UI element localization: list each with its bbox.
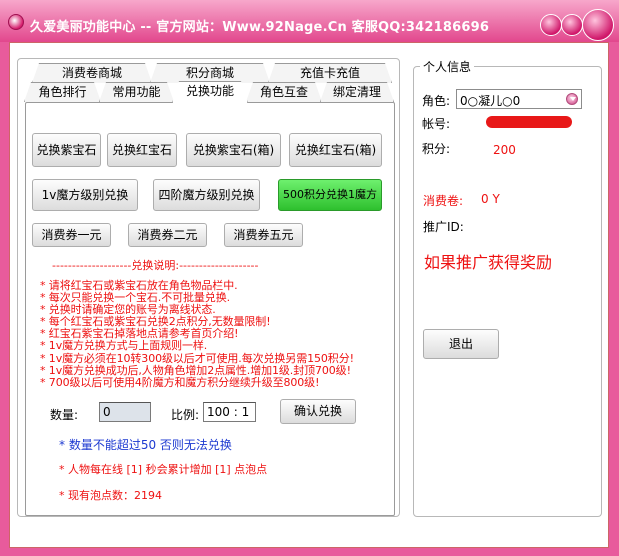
quantity-limit-note: * 数量不能超过50 否则无法兑换: [59, 438, 232, 452]
coupon-value: 0 Y: [481, 192, 500, 206]
account-label: 帐号:: [422, 117, 451, 131]
exchange-red-gem-box-button[interactable]: 兑换红宝石(箱): [289, 133, 382, 167]
quantity-label: 数量:: [50, 408, 79, 422]
account-redaction: [486, 116, 572, 128]
ratio-input[interactable]: 100 : 1: [203, 402, 256, 422]
tab-common-functions[interactable]: 常用功能: [99, 82, 174, 102]
coupon-five-yuan-button[interactable]: 消费券五元: [224, 223, 303, 247]
tab-recharge-card[interactable]: 充值卡充值: [268, 63, 392, 83]
points-to-cube-button[interactable]: 500积分兑换1魔方: [278, 179, 382, 211]
title-bar[interactable]: 久爱美丽功能中心 -- 官方网站：Www.92Nage.Cn 客服QQ:3421…: [0, 0, 619, 42]
window-title: 久爱美丽功能中心 -- 官方网站：Www.92Nage.Cn 客服QQ:3421…: [30, 20, 490, 35]
maximize-icon[interactable]: [561, 14, 583, 36]
coupon-one-yuan-button[interactable]: 消费券一元: [32, 223, 111, 247]
points-value: 200: [493, 143, 516, 157]
coupon-two-yuan-button[interactable]: 消费券二元: [128, 223, 207, 247]
promo-reward-text: 如果推广获得奖励: [424, 253, 553, 272]
coupon-label: 消费卷:: [423, 194, 464, 208]
tab-binding-cleanup[interactable]: 绑定清理: [320, 82, 394, 102]
instruction-line: * 1v魔方兑换方式与上面规则一样.: [40, 339, 208, 353]
exchange-purple-gem-box-button[interactable]: 兑换紫宝石(箱): [186, 133, 281, 167]
app-window: 久爱美丽功能中心 -- 官方网站：Www.92Nage.Cn 客服QQ:3421…: [0, 0, 619, 556]
exchange-purple-gem-button[interactable]: 兑换紫宝石: [32, 133, 101, 167]
current-points-note: * 现有泡点数：2194: [59, 489, 162, 502]
tab-coupon-mall[interactable]: 消费卷商城: [32, 63, 152, 83]
tab-role-lookup[interactable]: 角色互查: [246, 82, 322, 102]
instructions-list: * 请将红宝石或紫宝石放在角色物品栏中. * 每次只能兑换一个宝石.不可批量兑换…: [40, 279, 420, 389]
personal-info-group: 个人信息: [413, 58, 602, 517]
instruction-line: * 700级以后可使用4阶魔方和魔方积分继续升级至800级!: [40, 375, 320, 389]
promo-id-label: 推广ID:: [423, 220, 464, 234]
exit-button[interactable]: 退出: [423, 329, 499, 359]
dropdown-arrow-icon[interactable]: [566, 93, 578, 105]
role-select-value: 0○凝儿○0: [460, 94, 521, 108]
exchange-red-gem-button[interactable]: 兑换红宝石: [107, 133, 177, 167]
close-icon[interactable]: [582, 9, 614, 41]
personal-info-title: 个人信息: [420, 58, 475, 75]
instruction-line: * 1v魔方必须在10转300级以后才可使用.每次兑换另需150积分!: [40, 351, 354, 365]
fourth-cube-exchange-button[interactable]: 四阶魔方级别兑换: [153, 179, 260, 211]
online-points-note: * 人物每在线 [1] 秒会累计增加 [1] 点泡点: [59, 463, 268, 476]
tab-points-mall[interactable]: 积分商城: [150, 63, 270, 83]
cube-level-exchange-button[interactable]: 1v魔方级别兑换: [32, 179, 138, 211]
ratio-label: 比例:: [171, 408, 200, 422]
role-select[interactable]: 0○凝儿○0: [456, 89, 582, 109]
instruction-line: * 1v魔方兑换成功后,人物角色增加2点属性.增加1级.封顶700级!: [40, 363, 351, 377]
role-label: 角色:: [422, 94, 451, 108]
tab-role-ranking[interactable]: 角色排行: [24, 82, 101, 102]
tab-exchange[interactable]: 兑换功能: [172, 81, 248, 103]
minimize-icon[interactable]: [540, 14, 562, 36]
confirm-exchange-button[interactable]: 确认兑换: [280, 399, 356, 424]
points-label: 积分:: [422, 142, 451, 156]
quantity-input[interactable]: 0: [99, 402, 151, 422]
instructions-separator: --------------------兑换说明:---------------…: [52, 259, 259, 272]
app-icon: [8, 14, 24, 30]
